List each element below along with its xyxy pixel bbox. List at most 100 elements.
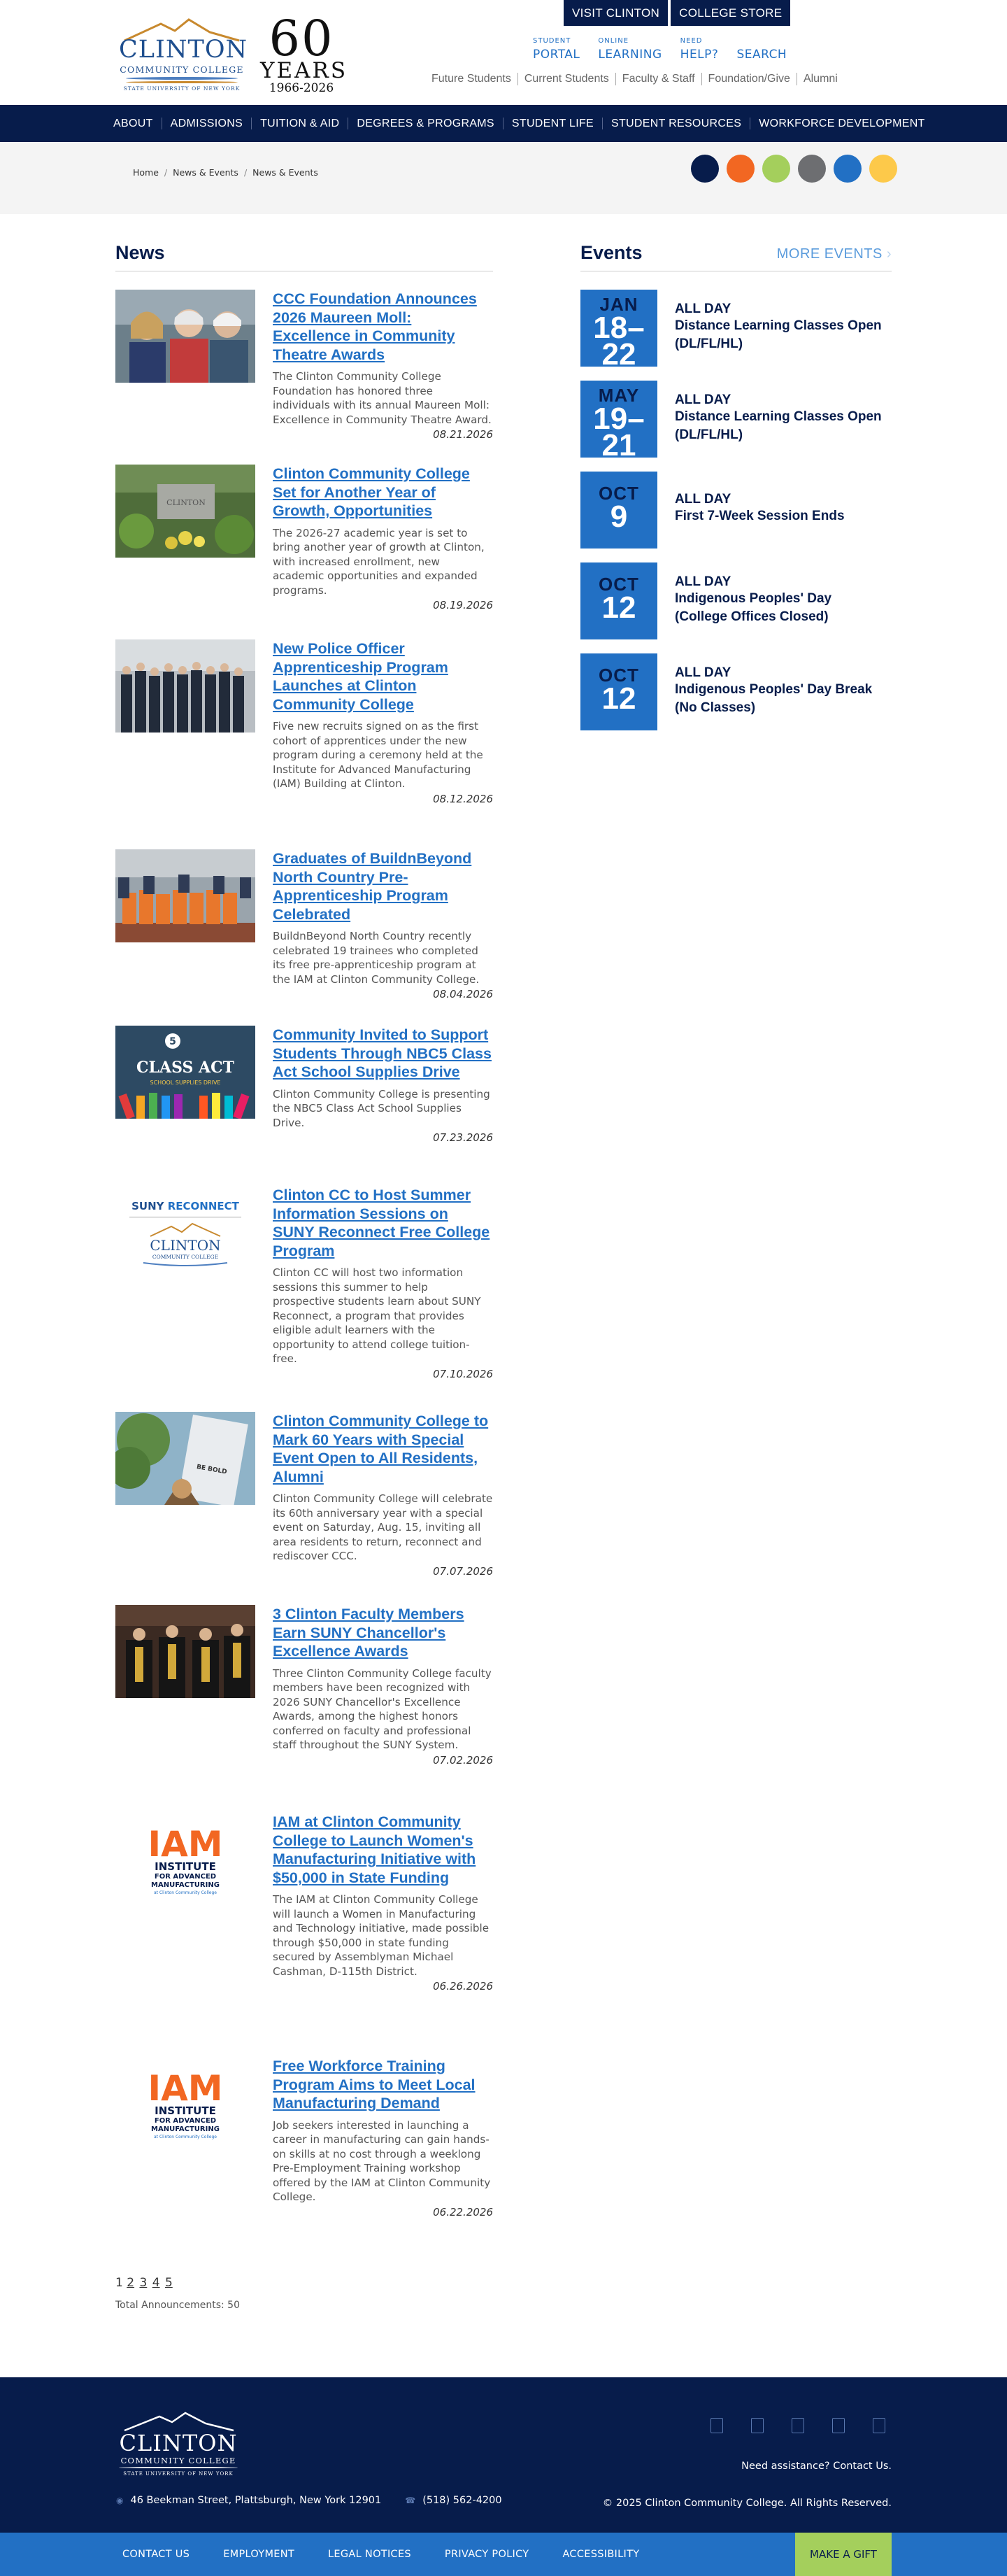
news-title[interactable]: 3 Clinton Faculty Members Earn SUNY Chan… — [273, 1606, 464, 1659]
news-thumbnail[interactable]: IAM INSTITUTE FOR ADVANCED MANUFACTURING… — [115, 1813, 255, 1906]
iam-line1: INSTITUTE — [155, 1860, 216, 1873]
color-swatch-1[interactable] — [691, 155, 719, 183]
news-title[interactable]: Graduates of BuildnBeyond North Country … — [273, 850, 471, 923]
breadcrumb-home[interactable]: Home — [133, 167, 159, 178]
student-portal-link[interactable]: STUDENT PORTAL — [533, 37, 580, 62]
accessibility-link[interactable]: ACCESSIBILITY — [562, 2549, 639, 2560]
event-time: ALL DAY — [675, 392, 731, 407]
event-title[interactable]: Indigenous Peoples' Day Break (No Classe… — [675, 681, 885, 717]
youtube-icon[interactable] — [873, 2418, 885, 2433]
iam-line1: INSTITUTE — [155, 2104, 216, 2117]
events-column: Events MORE EVENTS › JAN 18–22 ALL DAY Di… — [580, 242, 892, 730]
news-thumbnail[interactable] — [115, 290, 255, 383]
contact-us-link[interactable]: CONTACT US — [122, 2549, 190, 2560]
color-swatch-6[interactable] — [869, 155, 897, 183]
event-title[interactable]: First 7-Week Session Ends — [675, 507, 885, 525]
events-header: Events MORE EVENTS › — [580, 242, 892, 271]
instagram-icon[interactable] — [792, 2418, 804, 2433]
news-thumbnail[interactable] — [115, 639, 255, 733]
faculty-staff-link[interactable]: Faculty & Staff — [615, 73, 701, 85]
site-footer: CLINTON COMMUNITY COLLEGE STATE UNIVERSI… — [0, 2377, 1007, 2533]
news-thumbnail[interactable]: IAM INSTITUTE FOR ADVANCED MANUFACTURING… — [115, 2057, 255, 2150]
breadcrumb-news-events[interactable]: News & Events — [173, 167, 238, 178]
news-summary: BuildnBeyond North Country recently cele… — [273, 930, 480, 986]
color-swatch-5[interactable] — [834, 155, 862, 183]
news-title[interactable]: New Police Officer Apprenticeship Progra… — [273, 640, 448, 713]
page-3-link[interactable]: 3 — [139, 2276, 147, 2290]
map-pin-icon: ◉ — [116, 2496, 124, 2505]
online-learning-link[interactable]: ONLINE LEARNING — [598, 37, 662, 62]
event-title[interactable]: Indigenous Peoples' Day (College Offices… — [675, 590, 885, 626]
facebook-icon[interactable] — [710, 2418, 723, 2433]
news-thumbnail[interactable] — [115, 1605, 255, 1698]
current-students-link[interactable]: Current Students — [517, 73, 615, 85]
nav-student-resources[interactable]: STUDENT RESOURCES — [602, 118, 750, 129]
site-header: CLINTON COMMUNITY COLLEGE STATE UNIVERSI… — [0, 0, 1007, 105]
suny-cc-text: COMMUNITY COLLEGE — [152, 1254, 218, 1260]
twitter-icon[interactable] — [751, 2418, 764, 2433]
page-4-link[interactable]: 4 — [152, 2276, 160, 2290]
news-date: 07.23.2026 — [433, 1131, 493, 1144]
news-thumbnail[interactable] — [115, 849, 255, 942]
news-summary: The Clinton Community College Foundation… — [273, 370, 492, 426]
search-link[interactable]: SEARCH — [736, 37, 787, 62]
alumni-link[interactable]: Alumni — [796, 73, 844, 85]
news-title[interactable]: Free Workforce Training Program Aims to … — [273, 2058, 476, 2111]
make-a-gift-button[interactable]: MAKE A GIFT — [795, 2533, 892, 2576]
news-date: 06.26.2026 — [433, 1980, 493, 1993]
news-title[interactable]: Community Invited to Support Students Th… — [273, 1026, 492, 1080]
news-title[interactable]: Clinton Community College to Mark 60 Yea… — [273, 1413, 488, 1485]
iam-line3: MANUFACTURING — [151, 1881, 220, 1889]
footer-logo-sub: COMMUNITY COLLEGE — [120, 2456, 236, 2465]
page-2-link[interactable]: 2 — [127, 2276, 134, 2290]
event-day: 12 — [601, 681, 636, 716]
clinton-logo[interactable]: CLINTON COMMUNITY COLLEGE STATE UNIVERSI… — [119, 17, 248, 95]
iam-letters: IAM — [148, 2068, 222, 2109]
color-swatch-4[interactable] — [798, 155, 826, 183]
event-date-box: OCT 12 — [580, 653, 657, 730]
nav-admissions[interactable]: ADMISSIONS — [161, 118, 251, 129]
nav-about[interactable]: ABOUT — [105, 118, 162, 129]
iam-letters: IAM — [148, 1824, 222, 1864]
nav-tuition-aid[interactable]: TUITION & AID — [251, 118, 348, 129]
contact-assist-link[interactable]: Need assistance? Contact Us. — [741, 2461, 892, 2472]
event-title[interactable]: Distance Learning Classes Open (DL/FL/HL… — [675, 317, 885, 353]
iam-line2: FOR ADVANCED — [155, 2117, 216, 2125]
news-thumbnail[interactable]: BE BOLD — [115, 1412, 255, 1505]
legal-notices-link[interactable]: LEGAL NOTICES — [328, 2549, 411, 2560]
breadcrumb-current: News & Events — [252, 167, 318, 178]
news-date: 07.07.2026 — [433, 1564, 493, 1578]
footer-logo[interactable]: CLINTON COMMUNITY COLLEGE STATE UNIVERSI… — [119, 2411, 238, 2481]
future-students-link[interactable]: Future Students — [431, 73, 517, 85]
news-thumbnail[interactable]: CLINTON — [115, 465, 255, 558]
footer-phone[interactable]: ☎ (518) 562-4200 — [405, 2495, 501, 2506]
nav-workforce-development[interactable]: WORKFORCE DEVELOPMENT — [750, 118, 933, 129]
color-swatch-3[interactable] — [762, 155, 790, 183]
page-5-link[interactable]: 5 — [165, 2276, 173, 2290]
news-title[interactable]: Clinton Community College Set for Anothe… — [273, 465, 470, 519]
news-title[interactable]: IAM at Clinton Community College to Laun… — [273, 1813, 476, 1886]
news-thumbnail[interactable]: 5 CLASS ACT SCHOOL SUPPLIES DRIVE — [115, 1026, 255, 1119]
news-title[interactable]: Clinton CC to Host Summer Information Se… — [273, 1187, 490, 1259]
privacy-policy-link[interactable]: PRIVACY POLICY — [445, 2549, 529, 2560]
news-thumbnail[interactable]: SUNY RECONNECT CLINTON COMMUNITY COLLEGE — [115, 1186, 255, 1279]
more-events-link[interactable]: MORE EVENTS › — [777, 246, 892, 262]
linkedin-icon[interactable] — [832, 2418, 845, 2433]
events-heading: Events — [580, 242, 643, 263]
college-store-button[interactable]: COLLEGE STORE — [671, 0, 791, 26]
phone-icon: ☎ — [405, 2496, 416, 2505]
news-title[interactable]: CCC Foundation Announces 2026 Maureen Mo… — [273, 290, 477, 363]
nbc5-text: 5 — [169, 1036, 176, 1047]
logo-suny: STATE UNIVERSITY OF NEW YORK — [123, 85, 241, 92]
visit-clinton-button[interactable]: VISIT CLINTON — [564, 0, 669, 26]
iam-line3: MANUFACTURING — [151, 2125, 220, 2133]
foundation-give-link[interactable]: Foundation/Give — [701, 73, 797, 85]
school-supplies-text: SCHOOL SUPPLIES DRIVE — [150, 1080, 221, 1086]
footer-logo-suny: STATE UNIVERSITY OF NEW YORK — [123, 2471, 234, 2477]
nav-student-life[interactable]: STUDENT LIFE — [502, 118, 602, 129]
need-help-link[interactable]: NEED HELP? — [680, 37, 719, 62]
employment-link[interactable]: EMPLOYMENT — [223, 2549, 294, 2560]
color-swatch-2[interactable] — [727, 155, 755, 183]
event-title[interactable]: Distance Learning Classes Open (DL/FL/HL… — [675, 408, 885, 444]
nav-degrees-programs[interactable]: DEGREES & PROGRAMS — [348, 118, 503, 129]
